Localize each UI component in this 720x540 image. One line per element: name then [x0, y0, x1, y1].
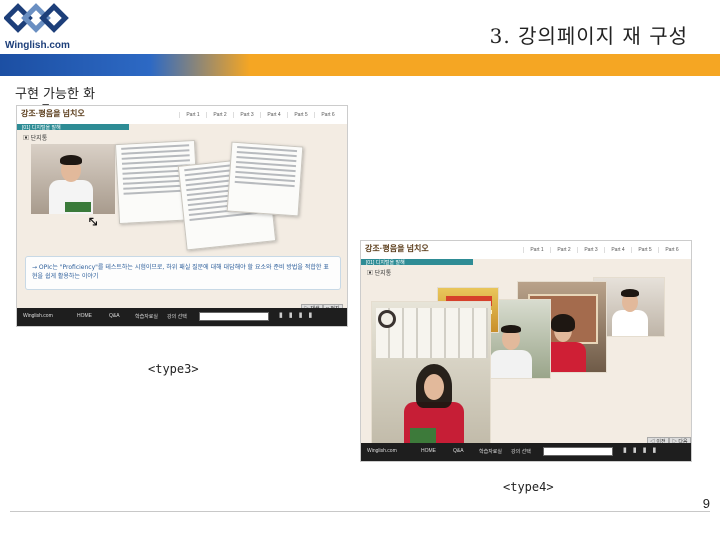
section-subtitle: 구현 가능한 화	[15, 87, 96, 102]
lecture-nav: 강조·평음을 넘치오 Part 1 Part 2 Part 3 Part 4 P…	[361, 241, 691, 259]
presenter-video[interactable]	[31, 144, 115, 214]
caption-type4: <type4>	[503, 480, 554, 494]
tab-part-6[interactable]: Part 6	[314, 112, 341, 118]
lecture-screen-type3: 강조·평음을 넘치오 Part 1 Part 2 Part 3 Part 4 P…	[16, 105, 348, 327]
footer-icons[interactable]: ▮▮▮▮	[623, 446, 662, 454]
footer-qa-link[interactable]: Q&A	[109, 313, 120, 319]
tab-part-6[interactable]: Part 6	[658, 247, 685, 253]
lesson-title: [01] 디지털을 말해	[366, 260, 405, 266]
handout-sheet	[226, 141, 304, 217]
tab-part-5[interactable]: Part 5	[287, 112, 314, 118]
footer-icons[interactable]: ▮▮▮▮	[279, 311, 318, 319]
footer-brand[interactable]: Winglish.com	[23, 313, 53, 319]
tab-part-5[interactable]: Part 5	[631, 247, 658, 253]
footer-home-link[interactable]: HOME	[77, 313, 92, 319]
slide-title: 3. 강의페이지 재 구성	[489, 24, 688, 48]
search-input[interactable]	[543, 447, 613, 456]
tab-part-3[interactable]: Part 3	[577, 247, 604, 253]
bottom-bar: Winglish.com HOME Q&A 학습자료실 강의 선택 ▮▮▮▮	[17, 308, 347, 326]
lecture-brand: 강조·평음을 넘치오	[365, 244, 429, 253]
lesson-sub-label: ▣ 단지통	[23, 136, 48, 142]
bottom-bar: Winglish.com HOME Q&A 학습자료실 강의 선택 ▮▮▮▮	[361, 443, 691, 461]
caption-type3: <type3>	[148, 362, 199, 376]
header-bar	[0, 54, 720, 76]
logo-text: Winglish.com	[5, 40, 70, 51]
lecture-screen-type4: 강조·평음을 넘치오 Part 1 Part 2 Part 3 Part 4 P…	[360, 240, 692, 462]
resize-arrow-icon[interactable]: ↔	[83, 212, 103, 232]
search-input[interactable]	[199, 312, 269, 321]
tab-part-3[interactable]: Part 3	[233, 112, 260, 118]
footer-home-link[interactable]: HOME	[421, 448, 436, 454]
footer-qa-link[interactable]: Q&A	[453, 448, 464, 454]
footer-divider	[10, 511, 710, 512]
footer-brand[interactable]: Winglish.com	[367, 448, 397, 454]
tab-part-2[interactable]: Part 2	[550, 247, 577, 253]
tab-part-1[interactable]: Part 1	[179, 112, 206, 118]
tab-part-2[interactable]: Part 2	[206, 112, 233, 118]
lecture-nav: 강조·평음을 넘치오 Part 1 Part 2 Part 3 Part 4 P…	[17, 106, 347, 124]
footer-resources-link[interactable]: 학습자료실	[135, 313, 158, 320]
info-box: → OPIc는 "Proficiency"를 테스트하는 시험이므로, 하위 패…	[25, 256, 341, 290]
lecture-brand: 강조·평음을 넘치오	[21, 109, 85, 118]
tab-part-4[interactable]: Part 4	[604, 247, 631, 253]
tab-part-1[interactable]: Part 1	[523, 247, 550, 253]
lesson-sub-label: ▣ 단지통	[367, 271, 392, 277]
footer-resources-link[interactable]: 학습자료실	[479, 448, 502, 455]
lesson-title: [01] 디지털을 말해	[22, 125, 61, 131]
info-text: → OPIc는 "Proficiency"를 테스트하는 시험이므로, 하위 패…	[32, 264, 329, 280]
page-number: 9	[702, 496, 710, 511]
tab-part-4[interactable]: Part 4	[260, 112, 287, 118]
footer-lecture-select[interactable]: 강의 선택	[511, 448, 531, 455]
video-thumbnail-main[interactable]	[371, 301, 491, 461]
footer-lecture-select[interactable]: 강의 선택	[167, 313, 187, 320]
